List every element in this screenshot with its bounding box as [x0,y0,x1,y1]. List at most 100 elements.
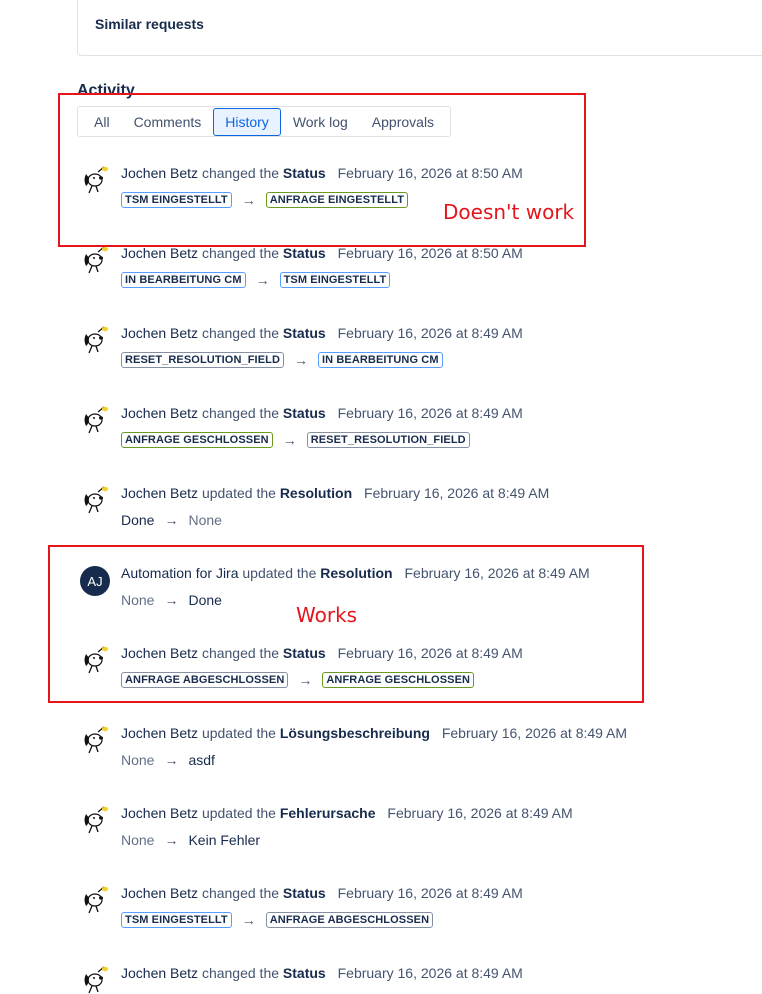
history-entry: Jochen Betz changed the Status February … [78,240,718,310]
entry-change: TSM EINGESTELLT → ANFRAGE ABGESCHLOSSEN [121,912,434,928]
arrow-right-icon: → [241,912,256,928]
annotation-label-works: Works [296,603,358,627]
new-value: None [188,512,222,528]
history-entry: Jochen Betz changed the Status February … [78,640,718,710]
entry-date: February 16, 2026 at 8:49 AM [364,485,550,501]
actor-name: Jochen Betz [121,805,199,821]
similar-requests-title: Similar requests [95,16,204,32]
actor-name: Jochen Betz [121,165,199,181]
entry-verb: updated the [201,485,276,501]
actor-name: Jochen Betz [121,245,199,261]
entry-date: February 16, 2026 at 8:49 AM [337,645,523,661]
new-value: Done [188,592,222,608]
actor-name: Jochen Betz [121,645,199,661]
field-name: Status [282,245,326,261]
old-value: None [121,752,155,768]
arrow-right-icon: → [241,192,256,208]
arrow-right-icon: → [164,512,179,528]
avatar [83,886,109,914]
history-entry: Jochen Betz changed the Status February … [78,880,718,950]
actor-name: Jochen Betz [121,965,199,981]
field-name: Status [282,165,326,181]
arrow-right-icon: → [255,272,270,288]
entry-change: ANFRAGE GESCHLOSSEN → RESET_RESOLUTION_F… [121,432,470,448]
status-lozenge-to: ANFRAGE EINGESTELLT [265,192,409,208]
annotation-label-doesnt-work: Doesn't work [443,200,575,224]
actor-name: Jochen Betz [121,885,199,901]
arrow-right-icon: → [282,432,297,448]
entry-change: TSM EINGESTELLT → ANFRAGE EINGESTELLT [121,192,409,208]
avatar [83,166,109,194]
history-entry: Jochen Betz changed the Status February … [78,320,718,390]
entry-header: Jochen Betz changed the Status February … [121,325,523,341]
actor-name: Jochen Betz [121,485,199,501]
entry-change: ANFRAGE ABGESCHLOSSEN → ANFRAGE GESCHLOS… [121,672,475,688]
history-entry: Jochen Betz updated the Lösungsbeschreib… [78,720,718,790]
entry-header: Jochen Betz changed the Status February … [121,165,523,181]
avatar [83,726,109,754]
status-lozenge-to: TSM EINGESTELLT [279,272,391,288]
activity-heading: Activity [77,82,135,99]
status-lozenge-to: ANFRAGE GESCHLOSSEN [322,672,475,688]
field-name: Status [282,645,326,661]
tab-work-log[interactable]: Work log [281,108,360,136]
entry-verb: updated the [201,725,276,741]
entry-header: Jochen Betz changed the Status February … [121,645,523,661]
entry-header: Jochen Betz updated the Lösungsbeschreib… [121,725,627,741]
entry-verb: changed the [201,645,280,661]
actor-name: Jochen Betz [121,405,199,421]
field-name: Resolution [320,565,393,581]
status-lozenge-to: ANFRAGE ABGESCHLOSSEN [265,912,434,928]
avatar [83,406,109,434]
entry-verb: updated the [242,565,317,581]
avatar [83,486,109,514]
entry-change: Done → None [121,512,222,528]
entry-verb: changed the [201,325,280,341]
history-entry: Jochen Betz changed the Status February … [78,400,718,470]
arrow-right-icon: → [298,672,313,688]
entry-header: Jochen Betz changed the Status February … [121,245,523,261]
field-name: Status [282,325,326,341]
entry-header: Automation for Jira updated the Resoluti… [121,565,590,581]
entry-date: February 16, 2026 at 8:50 AM [337,165,523,181]
avatar: AJ [80,566,110,596]
arrow-right-icon: → [164,592,179,608]
entry-header: Jochen Betz changed the Status February … [121,405,523,421]
entry-date: February 16, 2026 at 8:49 AM [337,965,523,981]
entry-verb: changed the [201,245,280,261]
entry-change: None → Done [121,592,222,608]
tab-comments[interactable]: Comments [122,108,214,136]
status-lozenge-from: TSM EINGESTELLT [121,912,232,928]
entry-verb: updated the [201,805,276,821]
entry-header: Jochen Betz changed the Status February … [121,965,523,981]
entry-date: February 16, 2026 at 8:49 AM [337,405,523,421]
arrow-right-icon: → [294,352,308,368]
status-lozenge-from: IN BEARBEITUNG CM [121,272,246,288]
entry-change: IN BEARBEITUNG CM → TSM EINGESTELLT [121,272,391,288]
similar-requests-card[interactable]: Similar requests [77,0,762,56]
entry-change: RESET_RESOLUTION_FIELD → IN BEARBEITUNG … [121,352,443,368]
history-entry: Jochen Betz updated the Resolution Febru… [78,480,718,550]
tab-history[interactable]: History [213,107,281,136]
entry-verb: changed the [201,405,280,421]
status-lozenge-to: RESET_RESOLUTION_FIELD [306,432,470,448]
history-entry: Jochen Betz changed the Status February … [78,960,718,994]
old-value: None [121,592,155,608]
status-lozenge-from: ANFRAGE GESCHLOSSEN [121,432,273,448]
history-entry: AJ Automation for Jira updated the Resol… [78,560,718,630]
history-entry: Jochen Betz updated the Fehlerursache Fe… [78,800,718,870]
entry-date: February 16, 2026 at 8:49 AM [337,885,523,901]
entry-verb: changed the [201,885,280,901]
tab-approvals[interactable]: Approvals [360,108,446,136]
entry-date: February 16, 2026 at 8:50 AM [337,245,523,261]
tab-all[interactable]: All [82,108,122,136]
avatar [83,806,109,834]
entry-date: February 16, 2026 at 8:49 AM [441,725,628,741]
field-name: Status [282,405,326,421]
avatar [83,966,109,994]
field-name: Fehlerursache [279,805,376,821]
old-value: None [121,832,155,848]
activity-tabs: All Comments History Work log Approvals [77,106,452,137]
entry-date: February 16, 2026 at 8:49 AM [337,325,523,341]
new-value: Kein Fehler [188,832,261,848]
